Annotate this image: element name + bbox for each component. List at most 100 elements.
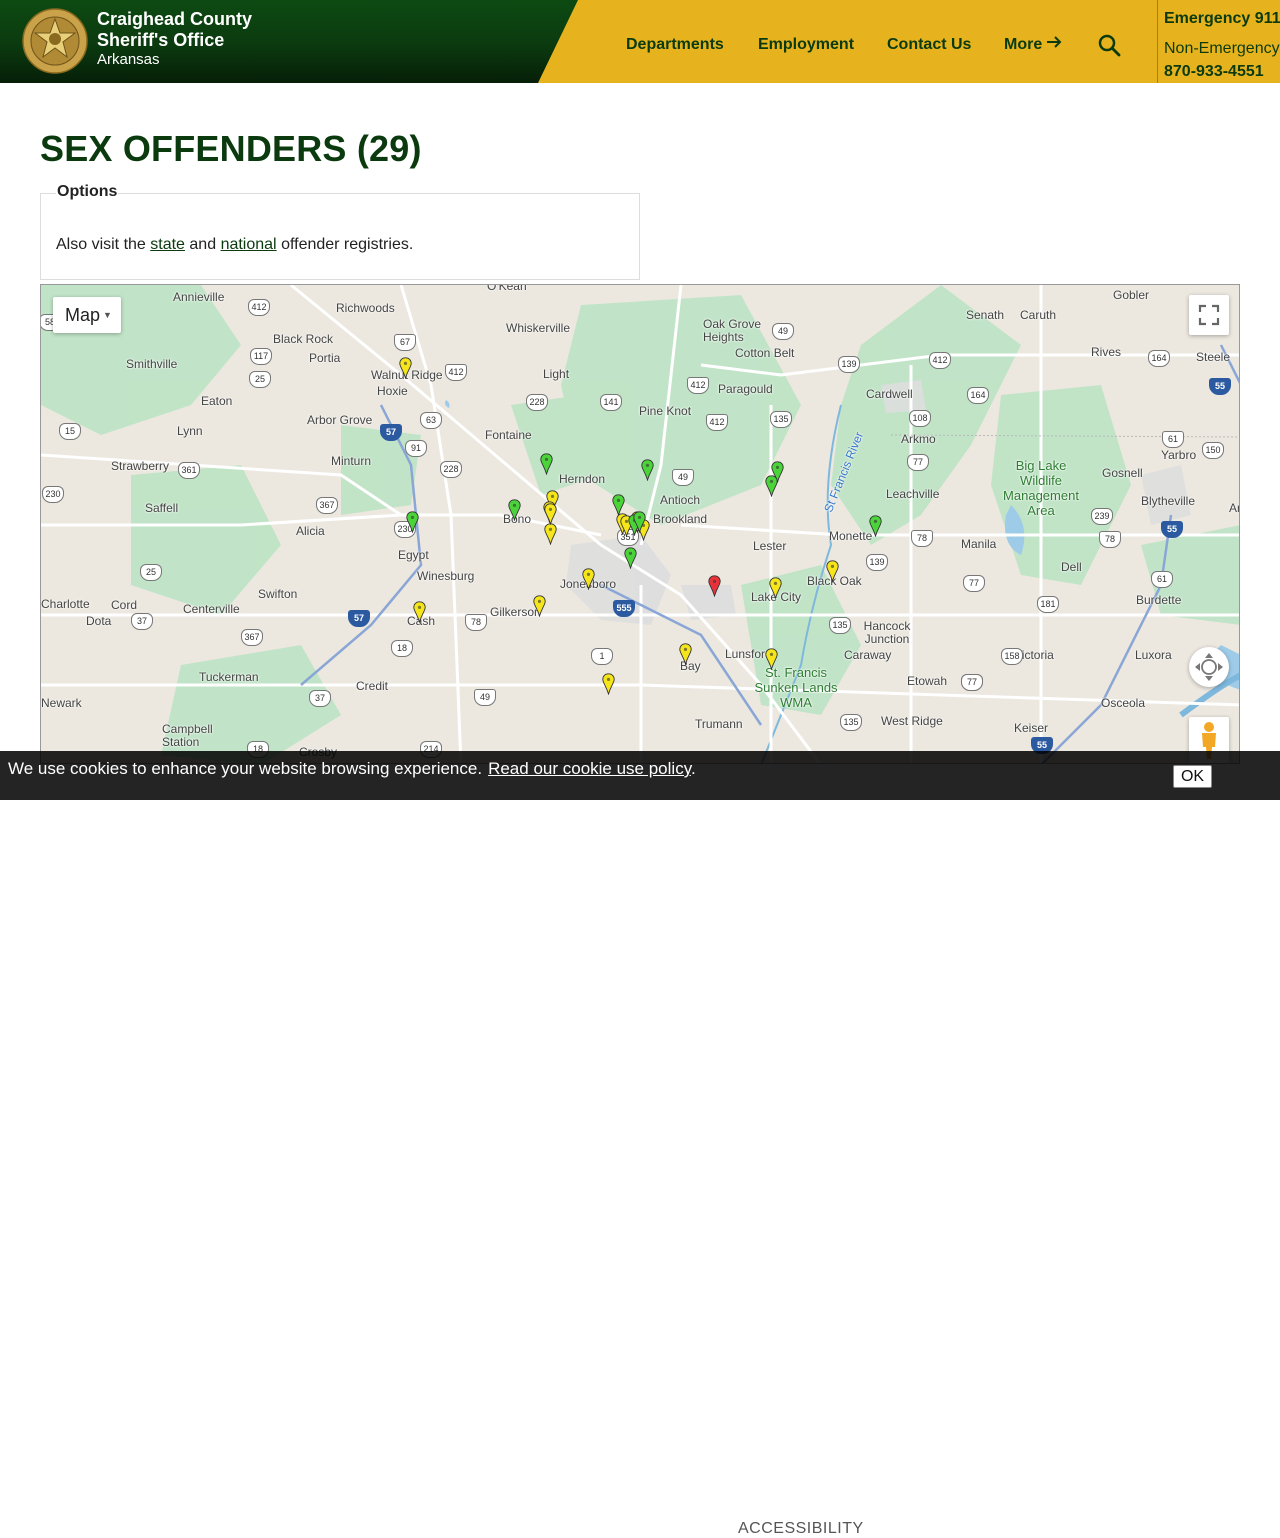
yellow-offender-pin-icon[interactable] (544, 523, 557, 545)
place-label: Swifton (258, 587, 298, 601)
yellow-offender-pin-icon[interactable] (765, 648, 778, 670)
fullscreen-icon (1198, 304, 1220, 326)
yellow-offender-pin-icon[interactable] (533, 595, 546, 617)
yellow-offender-pin-icon[interactable] (769, 577, 782, 599)
state-registry-link[interactable]: state (150, 236, 185, 253)
place-label: Pine Knot (639, 404, 692, 418)
place-label: Leachville (886, 487, 940, 501)
place-label: Dell (1061, 560, 1082, 574)
route-shield: 77 (907, 454, 929, 471)
caret-down-icon: ▼ (103, 310, 112, 320)
route-shield: 361 (178, 462, 200, 479)
options-text-pre: Also visit the (56, 236, 146, 253)
place-label: Lester (753, 539, 787, 553)
place-label: Smithville (126, 357, 178, 371)
yellow-offender-pin-icon[interactable] (544, 503, 557, 525)
green-offender-pin-icon[interactable] (406, 511, 419, 533)
nav-employment[interactable]: Employment (758, 35, 854, 55)
place-label: Fontaine (485, 428, 532, 442)
green-offender-pin-icon[interactable] (508, 499, 521, 521)
brand-block[interactable]: Craighead County Sheriff's Office Arkans… (0, 0, 578, 83)
place-label: Arbor Grove (307, 413, 373, 427)
nav-more[interactable]: More (1004, 35, 1062, 55)
yellow-offender-pin-icon[interactable] (413, 601, 426, 623)
route-shield: 25 (249, 371, 271, 388)
yellow-offender-pin-icon[interactable] (582, 568, 595, 590)
route-shield: 91 (405, 440, 427, 457)
place-label: Rives (1091, 345, 1122, 359)
yellow-offender-pin-icon[interactable] (399, 357, 412, 379)
emergency-panel: Emergency 911 Non-Emergency 870-933-4551 (1157, 0, 1280, 83)
place-label: Black Rock (273, 332, 334, 346)
cookie-text: We use cookies to enhance your website b… (8, 759, 483, 778)
green-offender-pin-icon[interactable] (540, 453, 553, 475)
green-offender-pin-icon[interactable] (633, 511, 646, 533)
place-label: Etowah (907, 674, 948, 688)
camera-control-button[interactable] (1189, 647, 1229, 687)
route-shield-dup: 77 (961, 674, 983, 691)
route-shield: 135 (829, 617, 851, 634)
cookie-policy-link[interactable]: Read our cookie use policy (488, 759, 691, 778)
place-label: Eaton (201, 394, 233, 408)
place-label: Yarbro (1161, 448, 1197, 462)
route-shield: 164 (967, 387, 989, 404)
nav-contact-us[interactable]: Contact Us (887, 35, 971, 55)
place-label: Winesburg (417, 569, 475, 583)
route-shield: 228 (526, 394, 548, 411)
yellow-offender-pin-icon[interactable] (679, 643, 692, 665)
place-label: Gosnell (1102, 466, 1143, 480)
place-label: Richwoods (336, 301, 395, 315)
place-label: Portia (309, 351, 341, 365)
route-shield: 1 (591, 648, 613, 665)
place-label: Tuckerman (199, 670, 259, 684)
place-label: Saffell (145, 501, 179, 515)
place-label-sunken-lands: St. Francis Sunken Lands WMA (754, 665, 838, 710)
green-offender-pin-icon[interactable] (641, 459, 654, 481)
non-emergency-label: Non-Emergency (1164, 40, 1280, 57)
green-offender-pin-icon[interactable] (765, 475, 778, 497)
national-registry-link[interactable]: national (221, 236, 277, 253)
place-label: Oak Grove Heights (703, 317, 762, 344)
offender-map[interactable]: Annieville Richwoods O'Kean Whiskerville… (40, 284, 1240, 764)
place-label: Luxora (1135, 648, 1172, 662)
green-offender-pin-icon[interactable] (624, 547, 637, 569)
route-shield: 49 (474, 689, 496, 706)
route-shield: 150 (1202, 442, 1224, 459)
route-shield: 412 (687, 377, 709, 394)
route-shield: 18 (391, 640, 413, 657)
place-label: Campbell Station (162, 722, 213, 749)
place-label: Monette (829, 529, 873, 543)
route-shield: 158 (1001, 648, 1023, 665)
place-label: Ar (1229, 501, 1240, 515)
options-legend: Options (56, 183, 119, 201)
route-shield: 141 (600, 394, 622, 411)
place-label: Gobler (1113, 288, 1150, 302)
place-label: Manila (961, 537, 997, 551)
red-offender-pin-icon[interactable] (708, 575, 721, 597)
route-shield: 412 (248, 299, 270, 316)
search-icon[interactable] (1097, 33, 1121, 57)
route-shield: 78 (465, 614, 487, 631)
green-offender-pin-icon[interactable] (869, 515, 882, 537)
place-label: Whiskerville (506, 321, 571, 335)
place-label: Caraway (844, 648, 892, 662)
map-type-label: Map (65, 305, 101, 325)
yellow-offender-pin-icon[interactable] (826, 560, 839, 582)
non-emergency-phone[interactable]: 870-933-4551 (1164, 63, 1264, 81)
place-label: Burdette (1136, 593, 1182, 607)
route-shield: 49 (772, 323, 794, 340)
fullscreen-button[interactable] (1189, 295, 1229, 335)
green-offender-pin-icon[interactable] (612, 494, 625, 516)
place-label: West Ridge (881, 714, 943, 728)
place-label: Cord (111, 598, 138, 612)
nav-departments[interactable]: Departments (626, 35, 724, 55)
place-label-big-lake: Big Lake Wildlife Management Area (1003, 458, 1079, 518)
accessibility-link[interactable]: ACCESSIBILITY (738, 1520, 864, 1538)
map-type-button[interactable]: Map ▼ (53, 297, 121, 333)
emergency-911[interactable]: Emergency 911 (1164, 10, 1280, 28)
route-shield: 412 (445, 364, 467, 381)
route-shield: 135 (770, 411, 792, 428)
place-label: Credit (356, 679, 389, 693)
yellow-offender-pin-icon[interactable] (602, 673, 615, 695)
cookie-ok-button[interactable]: OK (1173, 765, 1212, 788)
